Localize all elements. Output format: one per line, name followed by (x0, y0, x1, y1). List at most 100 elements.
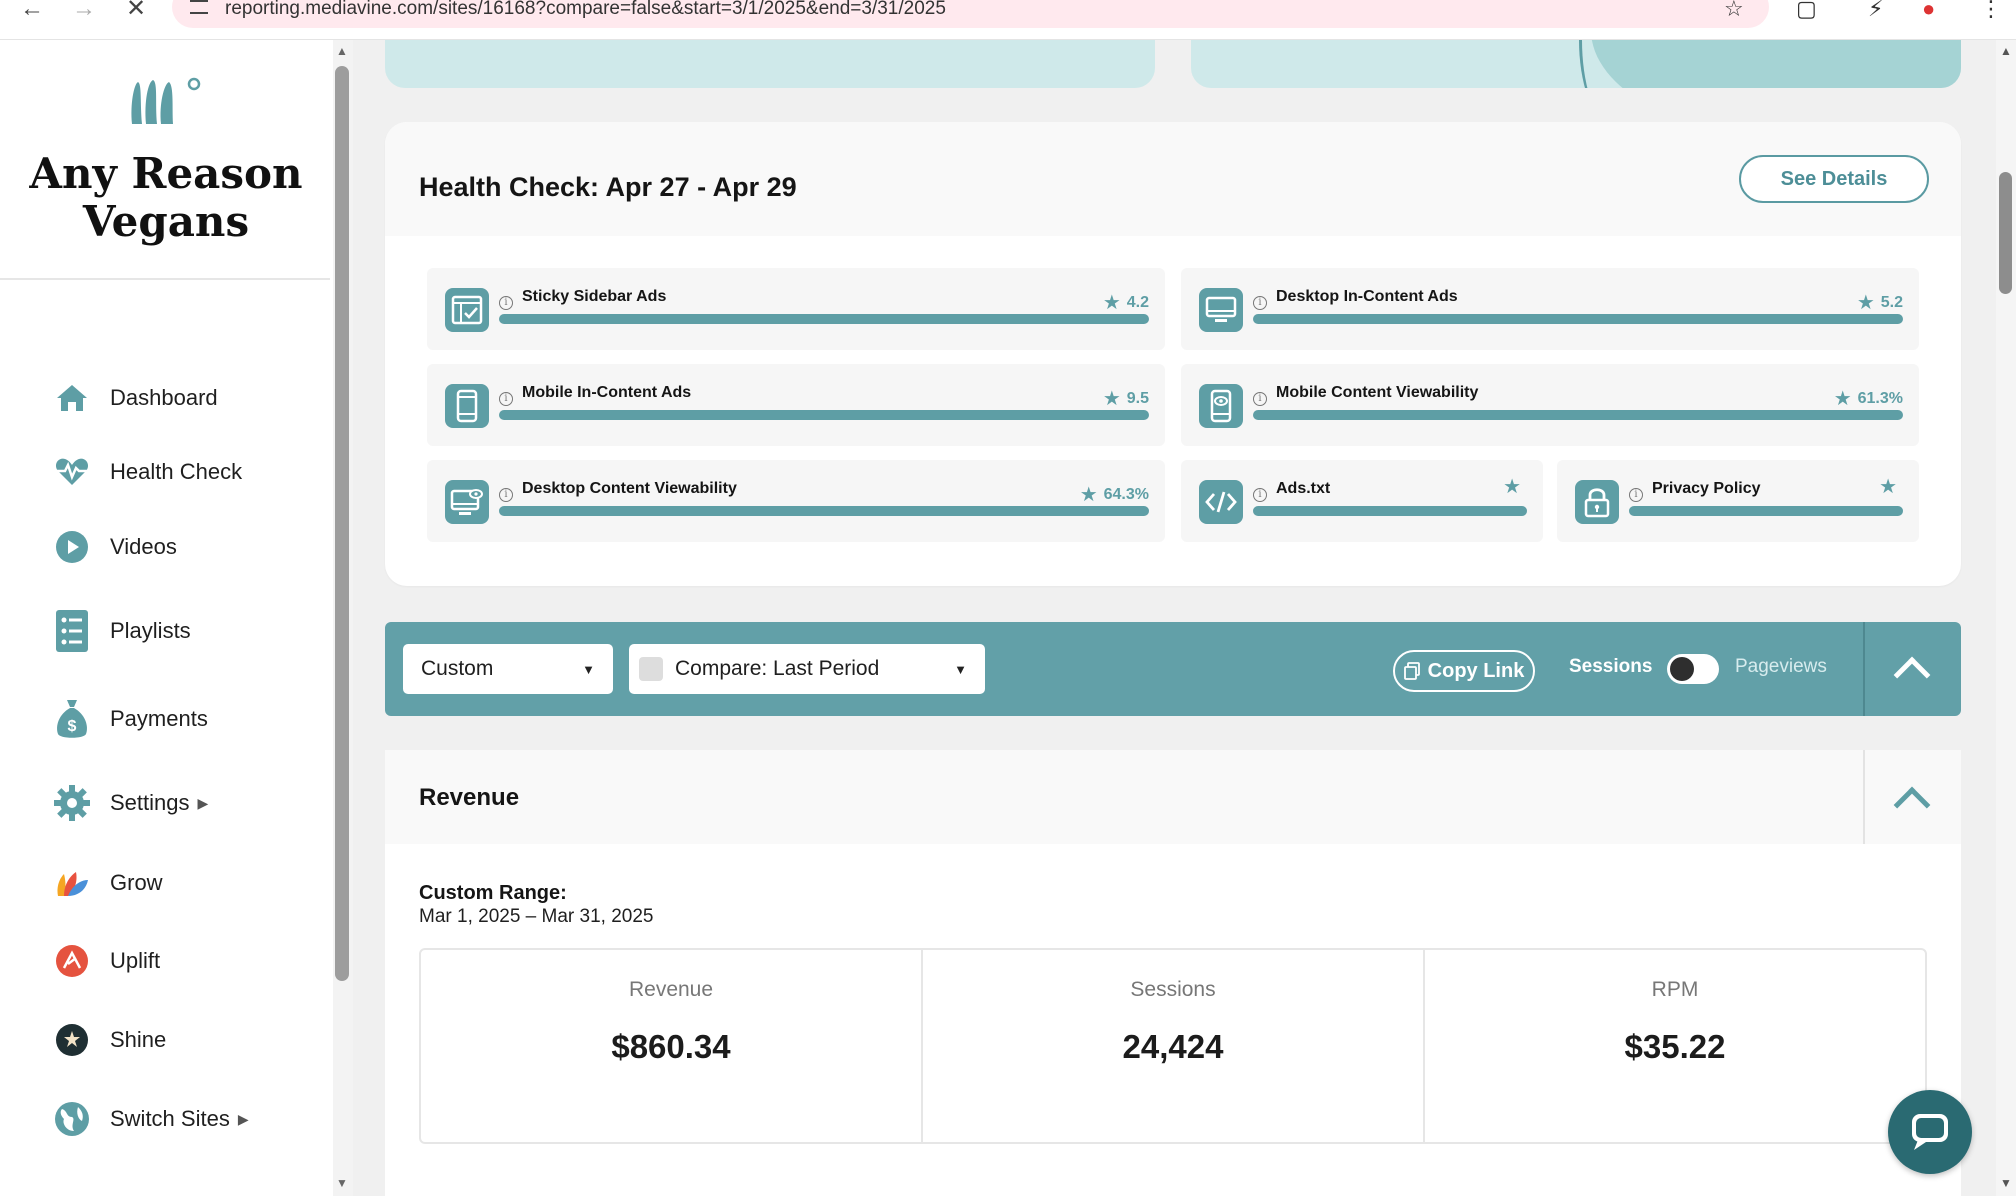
sidebar-scrollbar-thumb[interactable] (335, 66, 349, 981)
health-check-card: Health Check: Apr 27 - Apr 29 See Detail… (385, 122, 1961, 586)
sidebar-item-label: Settings (110, 790, 190, 815)
sidebar-item-dashboard[interactable]: Dashboard (52, 373, 322, 423)
sidebar-item-label: Dashboard (110, 385, 218, 410)
metric-mobile-content-viewability[interactable]: i Mobile Content Viewability ★ 61.3% (1181, 364, 1919, 446)
stat-revenue: Revenue $860.34 (421, 950, 923, 1142)
sidebar-ad-icon (445, 288, 489, 332)
chat-support-button[interactable] (1888, 1090, 1972, 1174)
address-bar-url[interactable]: reporting.mediavine.com/sites/16168?comp… (225, 0, 946, 20)
sidebar-item-shine[interactable]: Shine (52, 1015, 322, 1065)
sidebar-item-label: Uplift (110, 948, 161, 973)
desktop-icon (1199, 288, 1243, 332)
code-icon (1199, 480, 1243, 524)
info-icon[interactable]: i (1629, 488, 1643, 502)
money-bag-icon: $ (52, 699, 92, 739)
sidebar-item-label: Switch Sites (110, 1106, 230, 1131)
lock-icon (1575, 480, 1619, 524)
sidebar-item-grow[interactable]: Grow (52, 858, 322, 908)
revenue-title: Revenue (419, 784, 520, 811)
scroll-up-arrow-icon[interactable]: ▲ (336, 44, 348, 58)
globe-icon (52, 1099, 92, 1139)
sidebar-item-switch-sites[interactable]: Switch Sites ▶ (52, 1094, 322, 1144)
collapse-toolbar-chevron-up-icon[interactable] (1893, 656, 1931, 694)
sidebar-item-label: Grow (110, 870, 163, 895)
metric-progress-bar (1253, 314, 1903, 324)
range-value: Mar 1, 2025 – Mar 31, 2025 (419, 906, 654, 927)
revenue-stats: Revenue $860.34 Sessions 24,424 RPM $35.… (419, 948, 1927, 1144)
dropdown-arrow-icon: ▼ (954, 661, 967, 677)
star-icon: ★ (1102, 292, 1121, 314)
copy-link-button[interactable]: Copy Link (1393, 650, 1535, 692)
star-icon: ★ (1833, 388, 1852, 410)
metric-desktop-content-viewability[interactable]: i Desktop Content Viewability ★ 64.3% (427, 460, 1165, 542)
sidebar-scrollbar[interactable]: ▲ ▼ (333, 40, 353, 1196)
metric-score: ★ (1879, 474, 1903, 499)
star-icon: ★ (1503, 476, 1521, 498)
page-scrollbar-thumb[interactable] (1999, 172, 2012, 294)
sidebar-item-uplift[interactable]: Uplift (52, 936, 322, 986)
bookmark-star-icon[interactable]: ☆ (1724, 0, 1744, 22)
metric-ads-txt[interactable]: i Ads.txt ★ (1181, 460, 1543, 542)
sidebar-item-health-check[interactable]: Health Check (52, 447, 322, 497)
page-scrollbar[interactable]: ▲ ▼ (1996, 40, 2016, 1196)
scroll-down-arrow-icon[interactable]: ▼ (336, 1176, 348, 1190)
sidebar-item-settings[interactable]: Settings ▶ (52, 778, 322, 828)
browser-url-bar: ← → ✕ reporting.mediavine.com/sites/1616… (0, 0, 2016, 40)
info-icon[interactable]: i (1253, 488, 1267, 502)
metric-mobile-in-content-ads[interactable]: i Mobile In-Content Ads ★ 9.5 (427, 364, 1165, 446)
sidebar-item-label: Playlists (110, 618, 191, 643)
back-arrow-icon[interactable]: ← (20, 0, 44, 21)
chat-bubble-icon (1912, 1114, 1948, 1150)
sidebar-item-playlists[interactable]: Playlists (52, 606, 322, 656)
stat-sessions: Sessions 24,424 (923, 950, 1425, 1142)
stop-loading-icon[interactable]: ✕ (126, 0, 146, 21)
metric-score: ★ (1503, 474, 1527, 499)
pageviews-toggle-label[interactable]: Pageviews (1735, 656, 1827, 678)
mediavine-logo-icon[interactable] (128, 74, 206, 126)
info-icon[interactable]: i (499, 296, 513, 310)
sidebar-item-payments[interactable]: $ Payments (52, 694, 322, 744)
dropdown-arrow-icon: ▼ (582, 661, 595, 677)
list-icon (52, 610, 92, 652)
site-settings-icon[interactable] (190, 0, 208, 14)
sessions-toggle-label[interactable]: Sessions (1569, 656, 1652, 678)
browser-menu-icon[interactable]: ⋮ (1980, 0, 2002, 22)
star-icon: ★ (1856, 292, 1875, 314)
health-check-title: Health Check: Apr 27 - Apr 29 (419, 172, 797, 202)
performance-icon[interactable]: ⚡ (1868, 0, 1883, 22)
metric-score: ★ 4.2 (1102, 292, 1149, 314)
copy-icon (1403, 662, 1420, 680)
heart-pulse-icon (52, 452, 92, 492)
metric-desktop-in-content-ads[interactable]: i Desktop In-Content Ads ★ 5.2 (1181, 268, 1919, 350)
metric-progress-bar (1253, 410, 1903, 420)
info-icon[interactable]: i (499, 488, 513, 502)
extensions-icon[interactable]: ▢ (1796, 0, 1817, 22)
sidebar-divider (0, 278, 330, 280)
info-icon[interactable]: i (499, 392, 513, 406)
sidebar-item-label: Payments (110, 706, 208, 731)
scroll-down-arrow-icon[interactable]: ▼ (2000, 1176, 2012, 1190)
info-icon[interactable]: i (1253, 296, 1267, 310)
compare-checkbox[interactable] (639, 657, 663, 681)
sessions-pageviews-toggle[interactable] (1667, 654, 1719, 684)
caret-right-icon: ▶ (237, 1110, 249, 1127)
star-icon: ★ (1079, 484, 1098, 506)
gear-icon (52, 783, 92, 823)
scroll-up-arrow-icon[interactable]: ▲ (2000, 44, 2012, 58)
metric-score: ★ 5.2 (1856, 292, 1903, 314)
metric-score: ★ 64.3% (1079, 484, 1149, 506)
sidebar-item-videos[interactable]: Videos (52, 522, 322, 572)
metric-privacy-policy[interactable]: i Privacy Policy ★ (1557, 460, 1919, 542)
metric-progress-bar (499, 410, 1149, 420)
main-content: Health Check: Apr 27 - Apr 29 See Detail… (353, 40, 1996, 1196)
date-range-select[interactable]: Custom ▼ (403, 644, 613, 694)
compare-select[interactable]: Compare: Last Period ▼ (629, 644, 985, 694)
mobile-icon (445, 384, 489, 428)
see-details-button[interactable]: See Details (1739, 155, 1929, 203)
profile-avatar-icon[interactable]: ● (1922, 0, 1935, 22)
site-name: Any Reason Vegans (29, 149, 303, 246)
forward-arrow-icon[interactable]: → (72, 0, 96, 21)
metric-sticky-sidebar-ads[interactable]: i Sticky Sidebar Ads ★ 4.2 (427, 268, 1165, 350)
info-icon[interactable]: i (1253, 392, 1267, 406)
stat-rpm: RPM $35.22 (1624, 978, 1726, 1065)
